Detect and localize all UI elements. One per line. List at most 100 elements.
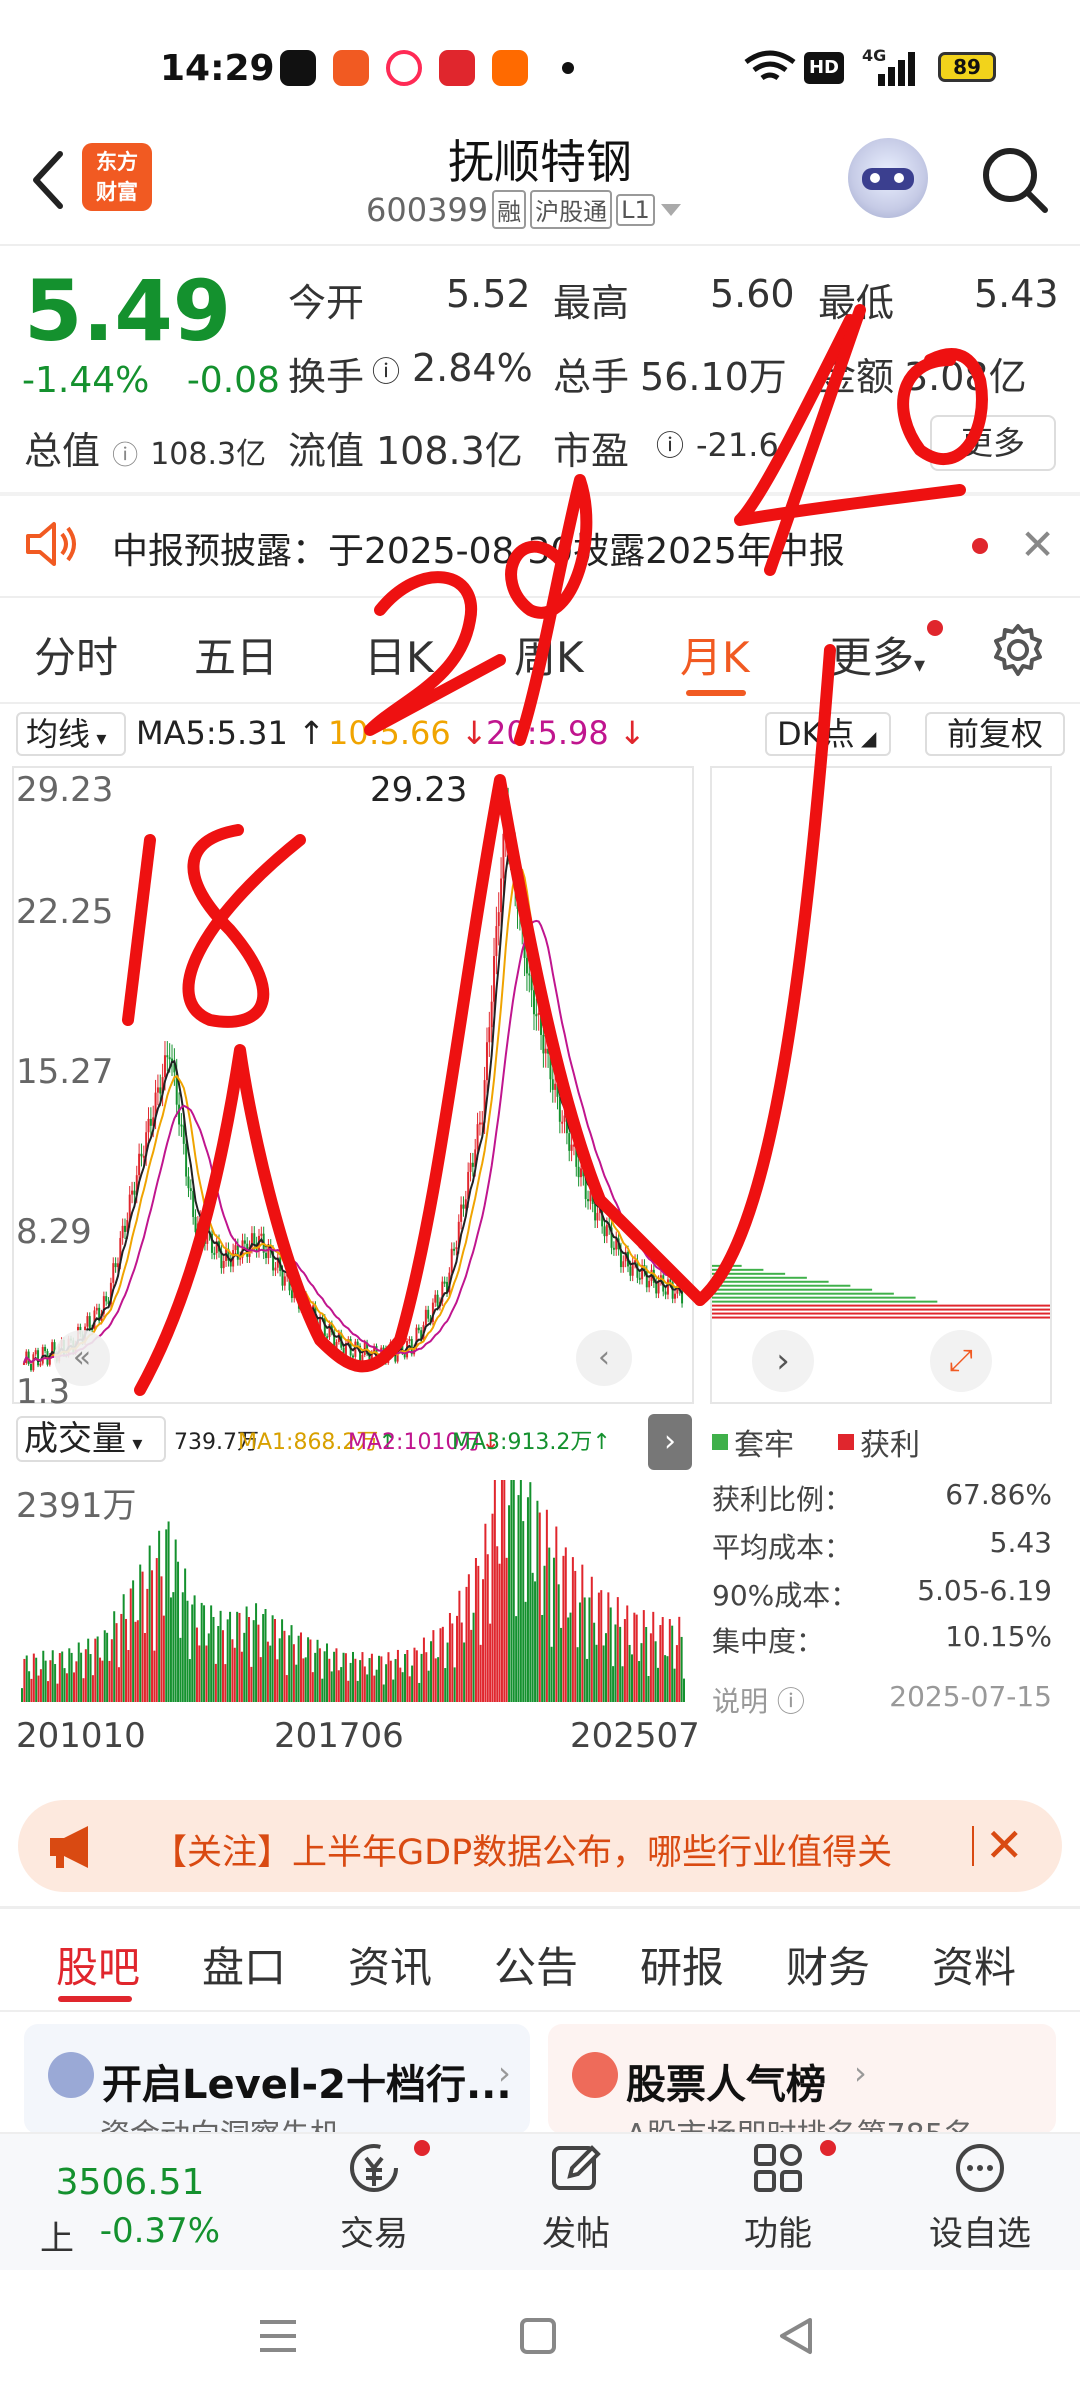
candle-body [213, 1252, 216, 1255]
chip-note[interactable]: 说明 ⓘ [712, 1680, 805, 1720]
tab-finance[interactable]: 财务 [786, 1934, 870, 1995]
volume-indicator-select[interactable]: 成交量 ▾ [16, 1416, 166, 1462]
candle-body [319, 1317, 322, 1331]
tab-announcements[interactable]: 公告 [494, 1934, 578, 1995]
candle-body [561, 1121, 564, 1124]
stock-code-row[interactable]: 600399 融 沪股通 L1 [366, 190, 683, 229]
chip-value: 5.05-6.19 [917, 1574, 1052, 1607]
app-notification-icon [333, 50, 369, 86]
candle-body [377, 1361, 380, 1365]
volume-bar [562, 1555, 565, 1702]
info-icon[interactable]: ⓘ [112, 441, 138, 471]
close-icon[interactable]: ✕ [985, 1818, 1024, 1872]
kline-chart[interactable] [12, 766, 694, 1404]
ma-indicator-select[interactable]: 均线 ▾ [16, 712, 126, 756]
tab-research[interactable]: 研报 [640, 1934, 724, 1995]
home-icon[interactable] [516, 2314, 560, 2358]
volume-bar [340, 1667, 343, 1702]
nav-functions[interactable]: 功能 [718, 2140, 838, 2255]
ma5-value: MA5:5.31 ↑ [136, 714, 325, 752]
chip-next-icon[interactable]: › [752, 1330, 814, 1392]
volume-bar [217, 1626, 220, 1702]
tab-five-day[interactable]: 五日 [194, 624, 278, 685]
candle-body [568, 1133, 571, 1151]
candle-body [554, 1083, 557, 1090]
forward-adjust-button[interactable]: 前复权 [925, 712, 1065, 756]
up-arrow-icon: ↑ [298, 714, 325, 752]
candle-body [316, 1321, 319, 1331]
chip-bar [712, 1312, 1050, 1315]
candle-body [558, 1096, 561, 1122]
volume-bar [519, 1480, 522, 1702]
tab-monthly-k[interactable]: 月K [680, 624, 750, 685]
candle-body [664, 1291, 667, 1295]
tab-orderbook[interactable]: 盘口 [202, 1934, 286, 1995]
candle-body [387, 1357, 390, 1363]
volume-bar [285, 1675, 288, 1702]
tab-news[interactable]: 资讯 [348, 1934, 432, 1995]
candle-body [674, 1293, 677, 1299]
tab-more[interactable]: 更多▾ [830, 624, 925, 685]
banner-text[interactable]: 【关注】上半年GDP数据公布，哪些行业值得关 [152, 1824, 972, 1875]
more-quote-button[interactable]: 更多 [930, 415, 1056, 471]
volume-bar [420, 1653, 423, 1702]
volume-bar [349, 1662, 352, 1702]
volume-bar [77, 1642, 80, 1702]
close-icon[interactable]: ✕ [1020, 520, 1055, 569]
robot-assistant-avatar[interactable] [848, 138, 928, 218]
nav-add-watchlist[interactable]: 设自选 [920, 2140, 1040, 2255]
rewind-icon[interactable]: « [54, 1330, 110, 1386]
volume-bar [604, 1633, 607, 1702]
banner-divider [0, 1906, 1080, 1909]
tab-daily-k[interactable]: 日K [364, 624, 434, 685]
back-triangle-icon[interactable] [774, 2314, 818, 2358]
volume-bar [240, 1651, 243, 1702]
volume-bar [177, 1561, 180, 1702]
volume-bar [635, 1614, 638, 1702]
fullscreen-icon[interactable]: ⤢ [930, 1330, 992, 1392]
volume-bar [75, 1661, 78, 1702]
amount-label: 金额 [818, 355, 895, 399]
volume-bar [323, 1651, 326, 1702]
candle-body [596, 1212, 599, 1221]
expand-icon[interactable]: › [648, 1414, 692, 1470]
volume-bar [347, 1680, 350, 1702]
volume-bar [307, 1637, 310, 1702]
candle-body [203, 1235, 206, 1244]
volume-bar [586, 1658, 589, 1702]
scroll-left-icon[interactable]: ‹ [576, 1330, 632, 1386]
volume-bar [49, 1660, 52, 1702]
candle-body [511, 847, 514, 855]
tab-weekly-k[interactable]: 周K [514, 624, 584, 685]
dk-point-select[interactable]: DK点 ◢ [765, 712, 891, 756]
candle-body [551, 1079, 554, 1090]
nav-post[interactable]: 发帖 [516, 2140, 636, 2255]
yuan-cycle-icon [350, 2144, 398, 2192]
volume-bar [626, 1605, 629, 1702]
tab-profile[interactable]: 资料 [932, 1934, 1016, 1995]
volume-bar [80, 1652, 83, 1702]
pe-info-icon[interactable]: ⓘ [656, 424, 684, 464]
change-amount: -0.08 [186, 360, 280, 401]
volume-bar [486, 1554, 489, 1702]
chip-value: 5.43 [989, 1526, 1052, 1559]
volume-bar [167, 1521, 170, 1702]
notice-text[interactable]: 中报预披露：于2025-08-30披露2025年中报 [112, 522, 845, 574]
tab-intraday[interactable]: 分时 [34, 624, 118, 685]
candle-body [490, 1001, 493, 1028]
back-button[interactable] [20, 140, 80, 220]
search-icon[interactable] [975, 140, 1055, 220]
tab-forum[interactable]: 股吧 [56, 1934, 140, 1995]
volume-bar [394, 1659, 397, 1702]
volume-bar [529, 1482, 532, 1702]
legend-profit-label: 获利 [860, 1428, 920, 1463]
candle-body [260, 1233, 263, 1236]
candle-body [500, 878, 503, 913]
settings-gear-icon[interactable] [990, 622, 1046, 678]
turnover-info-icon[interactable]: ⓘ [372, 350, 400, 390]
legend-profit: 获利 [838, 1420, 920, 1464]
menu-icon[interactable] [256, 2316, 300, 2356]
nav-trade[interactable]: 交易 [314, 2140, 434, 2255]
candle-body [206, 1231, 209, 1244]
volume-bar [508, 1505, 511, 1702]
